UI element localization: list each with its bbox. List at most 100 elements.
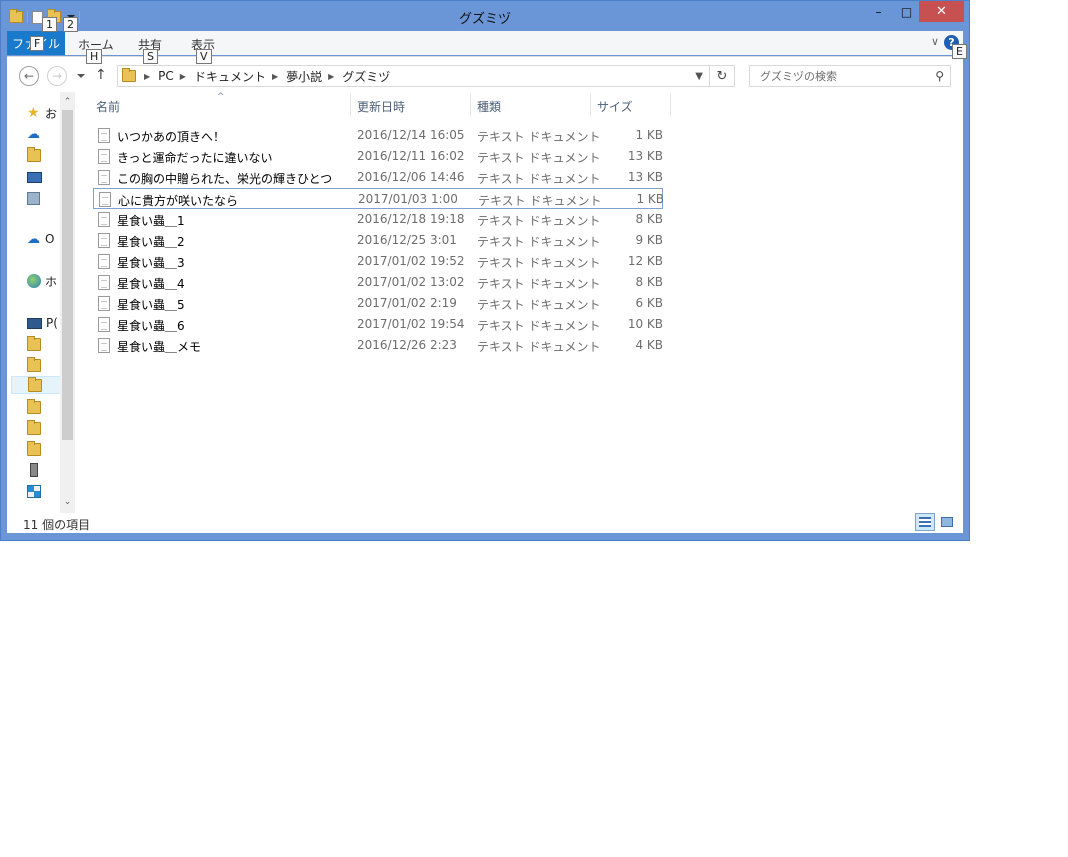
file-name: 星食い蟲＿4	[117, 277, 185, 291]
details-view-icon	[919, 517, 931, 527]
keytip-file: F	[30, 36, 45, 51]
column-divider[interactable]	[470, 94, 471, 116]
file-size: 10 KB	[627, 317, 663, 331]
network-icon	[27, 484, 41, 498]
file-type: テキスト ドキュメント	[477, 277, 601, 291]
back-button[interactable]: ←	[19, 66, 39, 86]
expand-ribbon-chevron-icon[interactable]: ∨	[931, 35, 939, 48]
file-size: 12 KB	[627, 254, 663, 268]
nav-item-label: ホ	[45, 274, 58, 289]
column-header-size[interactable]: サイズ	[597, 98, 633, 115]
file-size: 9 KB	[635, 233, 663, 247]
file-size: 1 KB	[635, 128, 663, 142]
file-row[interactable]: 星食い蟲＿6 2017/01/02 19:54 テキスト ドキュメント 10 K…	[93, 314, 663, 335]
music-folder-icon	[27, 419, 41, 435]
breadcrumb-dream-novels[interactable]: 夢小説	[286, 68, 322, 85]
file-date: 2017/01/03 1:00	[358, 192, 458, 206]
breadcrumb-pc[interactable]: PC	[158, 69, 174, 83]
file-row[interactable]: 星食い蟲＿1 2016/12/18 19:18 テキスト ドキュメント 8 KB	[93, 209, 663, 230]
file-name: 星食い蟲＿2	[117, 235, 185, 249]
nav-item-pc-documents[interactable]	[11, 376, 63, 394]
column-header-type[interactable]: 種類	[477, 98, 501, 115]
file-row[interactable]: 星食い蟲＿2 2016/12/25 3:01 テキスト ドキュメント 9 KB	[93, 230, 663, 251]
file-type: テキスト ドキュメント	[477, 214, 601, 228]
file-row[interactable]: この胸の中贈られた、栄光の輝きひとつ 2016/12/06 14:46 テキスト…	[93, 167, 663, 188]
text-document-icon	[98, 338, 110, 353]
file-type: テキスト ドキュメント	[477, 235, 601, 249]
file-row[interactable]: 星食い蟲＿3 2017/01/02 19:52 テキスト ドキュメント 12 K…	[93, 251, 663, 272]
sort-ascending-icon: ^	[217, 92, 225, 102]
file-row-focused[interactable]: 心に貴方が咲いたなら 2017/01/03 1:00 テキスト ドキュメント 1…	[93, 188, 664, 209]
details-view-button[interactable]	[915, 513, 935, 531]
scrollbar-thumb[interactable]	[62, 110, 73, 440]
file-date: 2016/12/26 2:23	[357, 338, 457, 352]
search-input[interactable]: グズミヅの検索 ⚲	[749, 65, 951, 87]
forward-button[interactable]: →	[47, 66, 67, 86]
breadcrumb-documents[interactable]: ドキュメント	[194, 68, 266, 85]
keytip-home: H	[86, 49, 103, 64]
file-date: 2016/12/06 14:46	[357, 170, 465, 184]
file-date: 2017/01/02 2:19	[357, 296, 457, 310]
desktop-icon	[27, 171, 42, 183]
minimize-button[interactable]: –	[863, 1, 894, 22]
downloads-folder-icon	[27, 146, 41, 162]
column-divider[interactable]	[350, 94, 351, 116]
file-row[interactable]: きっと運命だったに違いない 2016/12/11 16:02 テキスト ドキュメ…	[93, 146, 663, 167]
scroll-down-arrow-icon[interactable]: ⌄	[60, 494, 75, 510]
window-title: グズミヅ	[458, 12, 511, 27]
recent-places-icon	[27, 191, 40, 205]
breadcrumb-arrow-icon[interactable]: ▶	[272, 72, 278, 81]
address-dropdown-icon[interactable]: ▼	[695, 71, 703, 82]
text-document-icon	[99, 192, 111, 207]
breadcrumb-arrow-icon[interactable]: ▶	[144, 72, 150, 81]
navigation-pane-scrollbar[interactable]: ⌃ ⌄	[60, 92, 75, 513]
file-row[interactable]: いつかあの頂きへ！ 2016/12/14 16:05 テキスト ドキュメント 1…	[93, 125, 663, 146]
file-size: 6 KB	[635, 296, 663, 310]
refresh-button[interactable]: ↻	[710, 65, 735, 87]
file-type: テキスト ドキュメント	[477, 298, 601, 312]
status-bar: 11 個の項目	[7, 513, 963, 533]
close-button[interactable]: ✕	[919, 1, 964, 22]
file-row[interactable]: 星食い蟲＿4 2017/01/02 13:02 テキスト ドキュメント 8 KB	[93, 272, 663, 293]
scroll-up-arrow-icon[interactable]: ⌃	[60, 94, 75, 110]
column-header-name[interactable]: 名前	[96, 98, 120, 115]
documents-folder-icon	[28, 377, 42, 392]
file-name: 星食い蟲＿6	[117, 319, 185, 333]
up-button[interactable]: ↑	[95, 67, 107, 83]
breadcrumb-arrow-icon[interactable]: ▶	[328, 72, 334, 81]
column-divider[interactable]	[670, 94, 671, 116]
nav-item-label: P(	[46, 316, 58, 330]
text-document-icon	[98, 170, 110, 185]
file-type: テキスト ドキュメント	[477, 319, 601, 333]
file-row[interactable]: 星食い蟲＿5 2017/01/02 2:19 テキスト ドキュメント 6 KB	[93, 293, 663, 314]
title-bar[interactable]: グズミヅ – □ ✕	[1, 1, 969, 31]
text-document-icon	[98, 149, 110, 164]
content-area: ★ お ☁ ☁ O ホ P(⌃ ⌄ ^ 名前 更新日時 種類 サイズ いつかあ…	[7, 92, 963, 513]
file-date: 2016/12/14 16:05	[357, 128, 465, 142]
breadcrumb-current-folder[interactable]: グズミヅ	[342, 68, 390, 85]
star-icon: ★	[27, 104, 40, 121]
text-document-icon	[98, 254, 110, 269]
homegroup-icon	[27, 274, 41, 288]
file-date: 2016/12/11 16:02	[357, 149, 465, 163]
videos-folder-icon	[27, 440, 41, 456]
item-count: 11 個の項目	[23, 518, 91, 532]
column-header-date[interactable]: 更新日時	[357, 98, 405, 115]
nav-item-label: お	[45, 106, 58, 121]
file-name: いつかあの頂きへ！	[117, 130, 226, 144]
file-name: きっと運命だったに違いない	[117, 151, 273, 165]
file-row[interactable]: 星食い蟲＿メモ 2016/12/26 2:23 テキスト ドキュメント 4 KB	[93, 335, 663, 356]
file-name: 星食い蟲＿5	[117, 298, 185, 312]
file-date: 2017/01/02 19:54	[357, 317, 465, 331]
file-size: 1 KB	[636, 192, 664, 206]
address-bar[interactable]: ▶ PC ▶ ドキュメント ▶ 夢小説 ▶ グズミヅ ▼	[117, 65, 710, 87]
column-divider[interactable]	[590, 94, 591, 116]
breadcrumb-arrow-icon[interactable]: ▶	[180, 72, 186, 81]
file-type: テキスト ドキュメント	[477, 130, 601, 144]
recent-locations-dropdown-icon[interactable]	[77, 74, 85, 78]
maximize-button[interactable]: □	[891, 1, 922, 22]
file-list: ^ 名前 更新日時 種類 サイズ いつかあの頂きへ！ 2016/12/14 16…	[87, 92, 957, 513]
large-icons-view-button[interactable]	[937, 513, 957, 531]
search-icon[interactable]: ⚲	[935, 69, 944, 83]
keytip-view: V	[196, 49, 212, 64]
